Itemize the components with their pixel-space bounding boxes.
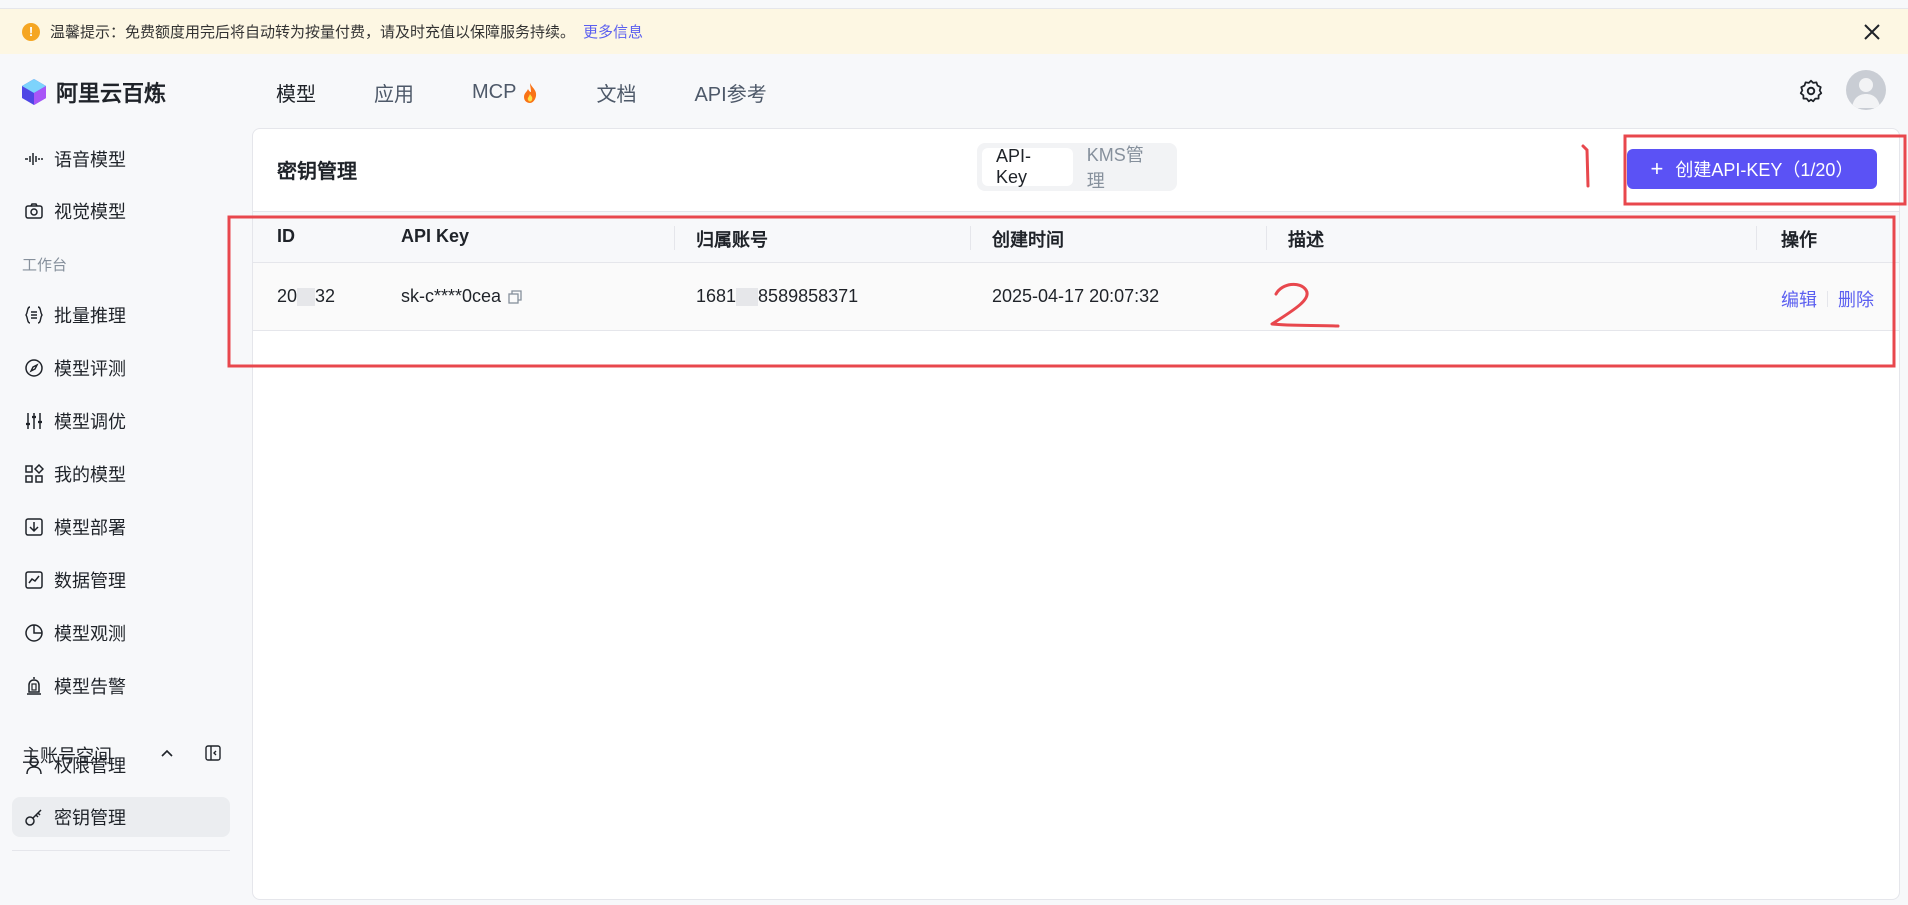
sidebar-item-label: 数据管理	[54, 571, 126, 591]
sidebar-item-label: 密钥管理	[54, 808, 126, 828]
key-management-panel: 密钥管理 API-Key KMS管理 + 创建API-KEY（1/20） ID …	[252, 128, 1900, 900]
gear-icon[interactable]	[1798, 78, 1824, 104]
sidebar-item-model-deploy[interactable]: 模型部署	[12, 507, 230, 547]
sidebar: 语音模型 视觉模型 工作台 批量推理 模型评测 模型调优 我的模型 模型部署 数…	[0, 128, 240, 905]
api-key-value: sk-c****0cea	[401, 286, 502, 306]
pie-icon	[24, 623, 44, 643]
account-prefix: 1681	[696, 286, 737, 306]
flame-icon	[524, 82, 537, 103]
column-header-api-key: API Key	[401, 226, 470, 246]
sliders-icon	[24, 411, 44, 431]
sidebar-item-batch-inference[interactable]: 批量推理	[12, 295, 230, 335]
table-row: 20 32 sk-c****0cea 1681 8589858371 2025-…	[253, 263, 1899, 331]
id-suffix: 32	[315, 286, 336, 306]
nav-item-apps[interactable]: 应用	[374, 78, 414, 107]
waveform-icon	[24, 149, 44, 169]
key-type-switcher: API-Key KMS管理	[977, 143, 1177, 191]
chevron-up-icon[interactable]	[158, 744, 176, 762]
account-suffix: 8589858371	[758, 286, 859, 306]
close-icon[interactable]	[1860, 20, 1884, 44]
api-key-table: ID API Key 归属账号 创建时间 描述 操作 20 32 sk-c***…	[253, 211, 1899, 331]
nav-item-api-ref[interactable]: API参考	[694, 78, 766, 107]
compass-icon	[24, 358, 44, 378]
section-label-workbench: 工作台	[22, 257, 68, 274]
sidebar-item-model-eval[interactable]: 模型评测	[12, 348, 230, 388]
batch-icon	[24, 305, 44, 325]
delete-link[interactable]: 删除	[1838, 286, 1874, 312]
more-info-link[interactable]: 更多信息	[583, 21, 643, 42]
sidebar-item-key-management[interactable]: 密钥管理	[12, 797, 230, 837]
cell-created: 2025-04-17 20:07:32	[992, 286, 1160, 306]
nav-item-docs[interactable]: 文档	[596, 78, 636, 107]
camera-icon	[24, 201, 44, 221]
main-nav: 模型 应用 MCP 文档 API参考	[276, 78, 825, 107]
sidebar-divider	[12, 850, 230, 851]
sidebar-item-voice-models[interactable]: 语音模型	[12, 139, 230, 179]
create-api-key-button[interactable]: + 创建API-KEY（1/20）	[1627, 149, 1877, 189]
column-divider	[970, 226, 971, 250]
page-title: 密钥管理	[277, 161, 357, 183]
column-header-created: 创建时间	[992, 230, 1064, 250]
table-header: ID API Key 归属账号 创建时间 描述 操作	[253, 211, 1899, 263]
brand-name: 阿里云百炼	[56, 81, 167, 106]
sidebar-item-data-management[interactable]: 数据管理	[12, 560, 230, 600]
nav-item-mcp[interactable]: MCP	[472, 81, 538, 104]
column-header-description: 描述	[1288, 230, 1324, 250]
logo-icon	[22, 79, 46, 105]
nav-item-models[interactable]: 模型	[276, 78, 316, 107]
sidebar-item-model-observe[interactable]: 模型观测	[12, 613, 230, 653]
sidebar-item-label: 语音模型	[54, 150, 126, 170]
sidebar-item-label: 模型观测	[54, 624, 126, 644]
grid-icon	[24, 464, 44, 484]
copy-icon[interactable]	[507, 289, 523, 305]
top-bar: 阿里云百炼 模型 应用 MCP 文档 API参考	[0, 54, 1908, 128]
chart-icon	[24, 570, 44, 590]
id-prefix: 20	[277, 286, 298, 306]
sidebar-item-my-models[interactable]: 我的模型	[12, 454, 230, 494]
column-divider	[1266, 226, 1267, 250]
sidebar-item-label: 批量推理	[54, 306, 126, 326]
sidebar-item-label: 模型评测	[54, 359, 126, 379]
notice-text: 温馨提示：免费额度用完后将自动转为按量付费，请及时充值以保障服务持续。	[50, 24, 576, 41]
sidebar-item-model-alarm[interactable]: 模型告警	[12, 666, 230, 706]
key-icon	[24, 807, 44, 827]
cell-actions: 编辑 删除	[1781, 286, 1874, 312]
action-divider	[1827, 291, 1828, 307]
cell-api-key: sk-c****0cea	[401, 286, 523, 307]
sidebar-item-label: 视觉模型	[54, 202, 126, 222]
column-header-actions: 操作	[1781, 230, 1817, 250]
alarm-icon	[24, 676, 44, 696]
column-divider	[1756, 226, 1757, 250]
redacted-block	[736, 287, 759, 306]
user-avatar-icon	[1852, 78, 1880, 108]
workspace-switcher[interactable]: 主账号空间	[22, 740, 222, 770]
column-header-id: ID	[277, 226, 295, 246]
tab-kms[interactable]: KMS管理	[1073, 145, 1172, 191]
edit-link[interactable]: 编辑	[1781, 286, 1817, 312]
sidebar-item-label: 模型告警	[54, 677, 126, 697]
brand-logo[interactable]: 阿里云百炼	[20, 76, 166, 108]
collapse-sidebar-icon[interactable]	[204, 744, 222, 762]
column-header-account: 归属账号	[696, 230, 768, 250]
warning-icon: !	[22, 22, 40, 41]
sidebar-item-label: 模型部署	[54, 518, 126, 538]
sidebar-item-label: 模型调优	[54, 412, 126, 432]
cell-id: 20 32	[277, 286, 335, 307]
notice-bar: ! 温馨提示：免费额度用完后将自动转为按量付费，请及时充值以保障服务持续。 更多…	[0, 8, 1908, 54]
cell-account: 1681 8589858371	[696, 286, 858, 307]
column-divider	[674, 226, 675, 250]
redacted-block	[297, 287, 316, 306]
tab-api-key[interactable]: API-Key	[982, 146, 1073, 187]
sidebar-item-vision-models[interactable]: 视觉模型	[12, 191, 230, 231]
sidebar-item-model-tuning[interactable]: 模型调优	[12, 401, 230, 441]
plus-icon: +	[1650, 156, 1664, 181]
deploy-icon	[24, 517, 44, 537]
workspace-label: 主账号空间	[22, 746, 112, 766]
create-api-key-label: 创建API-KEY（1/20）	[1675, 160, 1854, 180]
sidebar-item-label: 我的模型	[54, 465, 126, 485]
avatar[interactable]	[1846, 70, 1886, 110]
